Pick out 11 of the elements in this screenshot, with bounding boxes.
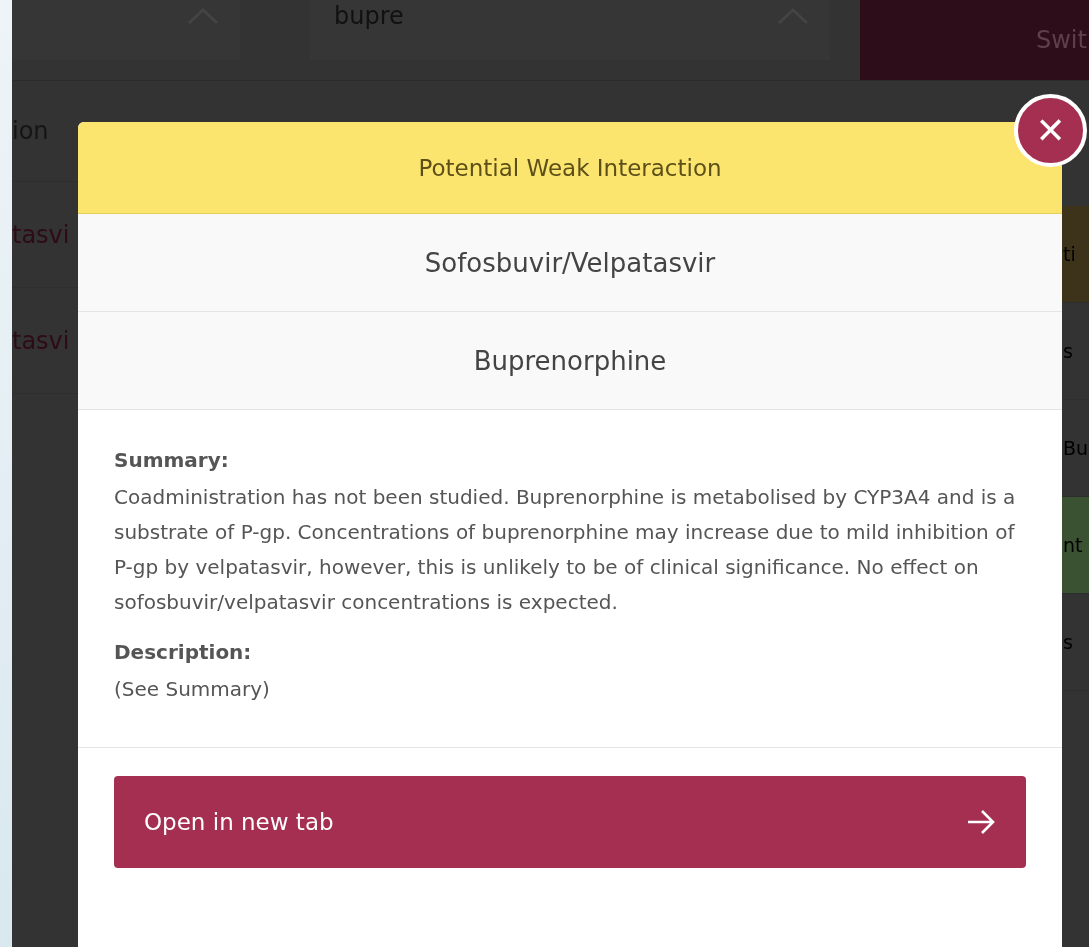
section-heading: Summary: — [114, 448, 230, 472]
section-text: Coadministration has not been studied. Buprenorphine is metabolised by CYP3A4 and is a substrate of P-gp. Concentrations of buprenorphine may increase due to mild inhibition of P-gp by velpatasvir, however, this is unlikely to be of clinical significance. No effect on sofosbuvir/velpatasvir concentrations is expected. — [114, 484, 1017, 616]
table-cell: nt — [1062, 497, 1089, 594]
drug-name: Sofosbuvir/Velpatasvir — [78, 214, 1062, 312]
section-text: (See Summary) — [114, 676, 271, 703]
section-heading: Description: — [114, 640, 253, 664]
open-in-new-tab-button[interactable]: Open in new tab — [114, 776, 1026, 868]
drug-name: Buprenorphine — [78, 312, 1062, 410]
close-button[interactable]: ✕ — [1014, 94, 1087, 167]
table-cell: ti — [1062, 206, 1089, 303]
arrow-right-icon — [966, 809, 996, 835]
